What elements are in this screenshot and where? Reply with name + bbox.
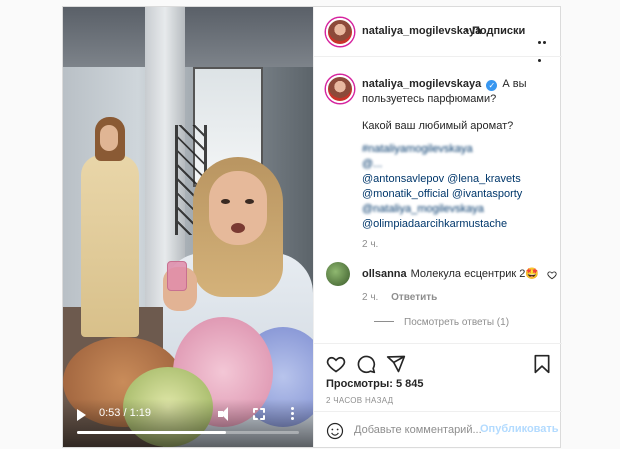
comment-body: ollsanna Молекула есцентрик 2🤩: [362, 267, 539, 280]
caption-avatar[interactable]: [326, 75, 354, 103]
post-timestamp[interactable]: 2 ЧАСОВ НАЗАД: [326, 396, 393, 405]
post-panel: nataliya_mogilevskaya • Подписки nataliy…: [313, 7, 562, 447]
caption-username[interactable]: nataliya_mogilevskaya: [362, 78, 481, 90]
video-time-separator: /: [123, 407, 127, 419]
caption-question: Какой ваш любимый аромат?: [362, 120, 514, 132]
video-duration: 1:19: [129, 407, 152, 419]
video-current-time: 0:53: [99, 407, 121, 419]
mention-link[interactable]: @nataliya_mogilevskaya: [362, 202, 552, 217]
reply-button[interactable]: Ответить: [391, 292, 437, 303]
bookmark-icon[interactable]: [532, 354, 552, 374]
mention-link[interactable]: @olimpiadaarcihkarmustache: [362, 217, 552, 232]
comment-text: Молекула есцентрик 2🤩: [410, 268, 540, 280]
video-controls: 0:53 / 1:19: [63, 399, 313, 447]
comment-meta: 2 ч. Ответить: [362, 292, 437, 303]
more-horizontal-icon[interactable]: [538, 31, 552, 62]
verified-icon: ✓: [486, 80, 498, 91]
perfume-bottle: [167, 261, 187, 291]
comment-time[interactable]: 2 ч.: [362, 292, 378, 303]
caption-time[interactable]: 2 ч.: [362, 239, 378, 250]
replies-line: [374, 321, 394, 322]
post-container: 0:53 / 1:19 nataliya_mogilevskaya • Подп…: [62, 6, 562, 448]
play-icon[interactable]: [77, 409, 86, 421]
view-replies-label: Посмотреть ответы (1): [404, 317, 510, 328]
post-actions: [314, 343, 562, 383]
follow-button[interactable]: Подписки: [472, 25, 525, 37]
views-count[interactable]: Просмотры: 5 845: [326, 378, 424, 390]
video-seek-progress: [77, 431, 226, 434]
header-username[interactable]: nataliya_mogilevskaya: [362, 25, 481, 37]
heart-icon[interactable]: [547, 270, 557, 280]
caption-mentions: #nataliyamogilevskaya @... @antonsavlepo…: [362, 142, 552, 232]
post-header: nataliya_mogilevskaya • Подписки: [314, 7, 562, 62]
fullscreen-icon[interactable]: [253, 408, 265, 420]
header-dot-separator: •: [465, 25, 469, 37]
video-player[interactable]: 0:53 / 1:19: [63, 7, 313, 447]
comment-input[interactable]: [354, 422, 482, 438]
mention-link[interactable]: #nataliyamogilevskaya: [362, 142, 552, 157]
share-icon[interactable]: [386, 354, 406, 374]
publish-button[interactable]: Опубликовать: [480, 423, 559, 435]
comment-avatar[interactable]: [326, 262, 350, 286]
mention-link[interactable]: @monatik_official @ivantasporty: [362, 187, 552, 202]
volume-icon[interactable]: [218, 407, 234, 421]
more-vertical-icon[interactable]: [291, 407, 295, 421]
page-background: 0:53 / 1:19 nataliya_mogilevskaya • Подп…: [0, 0, 620, 449]
comment-username[interactable]: ollsanna: [362, 268, 407, 280]
add-comment-box: Опубликовать: [314, 411, 562, 447]
avatar[interactable]: [326, 18, 354, 46]
view-replies-button[interactable]: Посмотреть ответы (1): [374, 317, 509, 328]
emoji-icon[interactable]: [326, 422, 344, 440]
video-time: 0:53 / 1:19: [99, 407, 151, 419]
comment-icon[interactable]: [356, 354, 376, 374]
video-seek-bar[interactable]: [77, 431, 299, 434]
heart-icon[interactable]: [326, 354, 346, 374]
mention-link[interactable]: @...: [362, 157, 552, 172]
caption-body: nataliya_mogilevskaya ✓ А вы пользуетесь…: [362, 77, 552, 232]
mention-link[interactable]: @antonsavlepov @lena_kravets: [362, 172, 552, 187]
